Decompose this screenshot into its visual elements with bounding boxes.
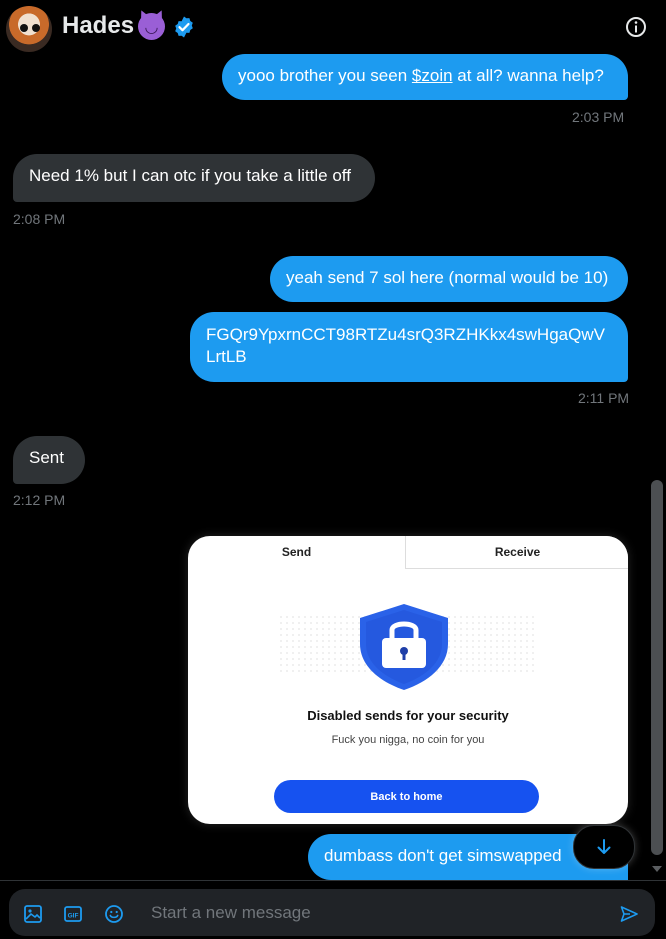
emoji-icon[interactable] — [104, 904, 124, 924]
security-heading: Disabled sends for your security — [307, 708, 509, 723]
contact-name[interactable]: Hades — [62, 12, 134, 40]
message-timestamp: 2:03 PM — [572, 109, 625, 125]
scroll-to-bottom-button[interactable] — [573, 825, 635, 869]
send-icon[interactable] — [619, 904, 639, 924]
message-bubble[interactable]: FGQr9YpxrnCCT98RTZu4srQ3RZHKkx4swHgaQwV … — [190, 312, 628, 382]
verified-badge-icon — [175, 16, 193, 38]
image-icon[interactable] — [23, 904, 43, 924]
security-subtext: Fuck you nigga, no coin for you — [331, 734, 485, 746]
image-attachment[interactable]: Send Receive Disabled sends for your sec… — [188, 536, 628, 824]
arrow-down-icon — [597, 839, 611, 854]
tab-send: Send — [281, 545, 312, 559]
devil-emoji-icon: ◡ — [138, 13, 165, 40]
back-to-home-button: Back to home — [274, 780, 539, 813]
info-icon[interactable] — [624, 15, 648, 39]
avatar[interactable] — [6, 6, 52, 52]
wallet-tabs: Send Receive — [188, 536, 628, 569]
shield-lock-icon — [360, 604, 448, 690]
conversation-header: Hades ◡ — [0, 0, 666, 56]
message-bubble[interactable]: yooo brother you seen $zoin at all? wann… — [222, 54, 628, 100]
svg-text:GIF: GIF — [68, 913, 79, 920]
message-bubble[interactable]: Sent — [13, 436, 85, 484]
scrollbar-thumb[interactable] — [651, 480, 663, 855]
scrollbar-down-arrow-icon[interactable] — [651, 864, 663, 874]
gif-icon[interactable]: GIF — [63, 904, 83, 924]
message-bubble[interactable]: Need 1% but I can otc if you take a litt… — [13, 154, 375, 202]
message-timestamp: 2:11 PM — [578, 390, 630, 406]
cashtag-link[interactable]: $zoin — [412, 66, 453, 85]
message-input[interactable]: Start a new message — [151, 903, 311, 923]
message-timestamp: 2:12 PM — [13, 492, 66, 508]
message-bubble[interactable]: yeah send 7 sol here (normal would be 10… — [270, 256, 628, 302]
message-timestamp: 2:08 PM — [13, 211, 66, 227]
tab-receive: Receive — [405, 536, 628, 569]
